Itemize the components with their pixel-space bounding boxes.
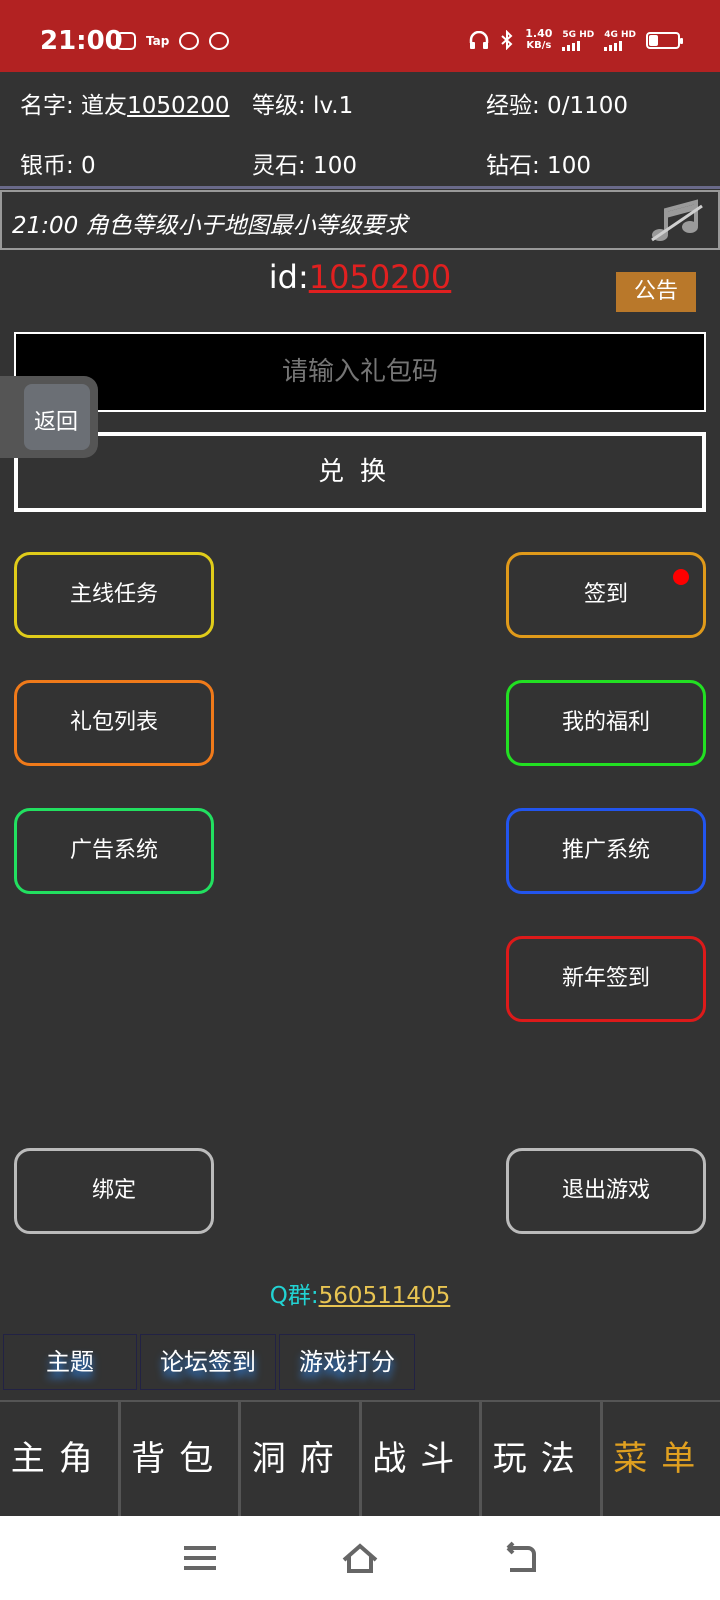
signal-bars-icon: [604, 41, 636, 51]
qq-label: Q群:: [269, 1283, 319, 1309]
back-label: 返回: [34, 410, 79, 435]
stat-silver: 银币: 0: [20, 153, 96, 179]
nav-play[interactable]: 玩法: [482, 1402, 603, 1516]
bottom-nav: 主角 背包 洞府 战斗 玩法 菜单: [0, 1400, 720, 1516]
nav-bag[interactable]: 背包: [121, 1402, 241, 1516]
promo-system-button[interactable]: 推广系统: [506, 808, 706, 894]
new-year-sign-button[interactable]: 新年签到: [506, 936, 706, 1022]
main-quest-button[interactable]: 主线任务: [14, 552, 214, 638]
announcement-button[interactable]: 公告: [616, 272, 696, 312]
name-value[interactable]: 1050200: [127, 93, 229, 119]
player-id: id:1050200: [0, 258, 720, 296]
back-icon[interactable]: [500, 1538, 540, 1578]
system-nav-bar: [0, 1516, 720, 1600]
status-time: 21:00: [40, 26, 123, 56]
tab-theme[interactable]: 主题: [3, 1334, 137, 1390]
signal-bars-icon: [562, 41, 594, 51]
nav-cave[interactable]: 洞府: [241, 1402, 362, 1516]
cat-icon: [209, 32, 230, 50]
notice-bar: 21:00 角色等级小于地图最小等级要求: [0, 190, 720, 250]
bluetooth-icon: [501, 30, 513, 50]
tab-forum-sign[interactable]: 论坛签到: [140, 1334, 276, 1390]
app-notification-icon: [116, 32, 136, 50]
my-welfare-button[interactable]: 我的福利: [506, 680, 706, 766]
stat-level: 等级: lv.1: [252, 93, 354, 119]
battery-icon: [646, 31, 683, 49]
qq-value[interactable]: 560511405: [319, 1283, 451, 1309]
status-bar: 21:00 Tap 1.40 KB/s 5G HD 4G HD: [0, 0, 720, 72]
status-app-icons: Tap: [116, 32, 230, 50]
extra-tabs: 主题 论坛签到 游戏打分: [0, 1334, 415, 1390]
gift-code-input[interactable]: [14, 332, 706, 412]
id-value[interactable]: 1050200: [309, 258, 452, 296]
net2-label: 4G HD: [604, 30, 636, 40]
nav-hero[interactable]: 主角: [0, 1402, 121, 1516]
stat-name: 名字: 道友1050200: [20, 86, 230, 120]
nav-battle[interactable]: 战斗: [362, 1402, 482, 1516]
player-stats: 名字: 道友1050200 等级: lv.1 经验: 0/1100 银币: 0 …: [0, 72, 720, 188]
qq-group: Q群:560511405: [0, 1276, 720, 1310]
sign-in-label: 签到: [583, 582, 628, 607]
menu-icon[interactable]: [180, 1538, 220, 1578]
net1-label: 5G HD: [562, 30, 595, 40]
ad-system-button[interactable]: 广告系统: [14, 808, 214, 894]
status-right-icons: 1.40 KB/s 5G HD 4G HD: [469, 28, 683, 52]
net-speed-unit: KB/s: [526, 40, 552, 51]
signal-5g: 5G HD: [562, 29, 594, 51]
net-speed-value: 1.40: [525, 27, 553, 40]
exit-game-button[interactable]: 退出游戏: [506, 1148, 706, 1234]
headphones-icon: [470, 31, 489, 49]
stat-exp: 经验: 0/1100: [486, 93, 628, 119]
stat-diamond: 钻石: 100: [486, 153, 591, 179]
bind-button[interactable]: 绑定: [14, 1148, 214, 1234]
notice-message: 21:00 角色等级小于地图最小等级要求: [12, 213, 408, 239]
divider: [0, 186, 720, 189]
back-button[interactable]: 返回: [0, 376, 98, 458]
home-icon[interactable]: [340, 1538, 380, 1578]
gift-list-button[interactable]: 礼包列表: [14, 680, 214, 766]
name-label: 名字: 道友: [20, 93, 128, 119]
sign-in-button[interactable]: 签到: [506, 552, 706, 638]
stat-spirit-stone: 灵石: 100: [252, 153, 357, 179]
tab-rate-game[interactable]: 游戏打分: [279, 1334, 415, 1390]
leaf-icon: [179, 32, 200, 50]
nav-menu[interactable]: 菜单: [603, 1402, 720, 1516]
notification-dot: [673, 569, 689, 585]
tap-icon: Tap: [146, 34, 170, 48]
signal-4g: 4G HD: [604, 29, 636, 51]
id-label: id:: [268, 258, 309, 296]
network-speed: 1.40 KB/s: [525, 28, 552, 52]
redeem-button[interactable]: 兑换: [14, 432, 706, 512]
music-icon[interactable]: [648, 198, 704, 244]
